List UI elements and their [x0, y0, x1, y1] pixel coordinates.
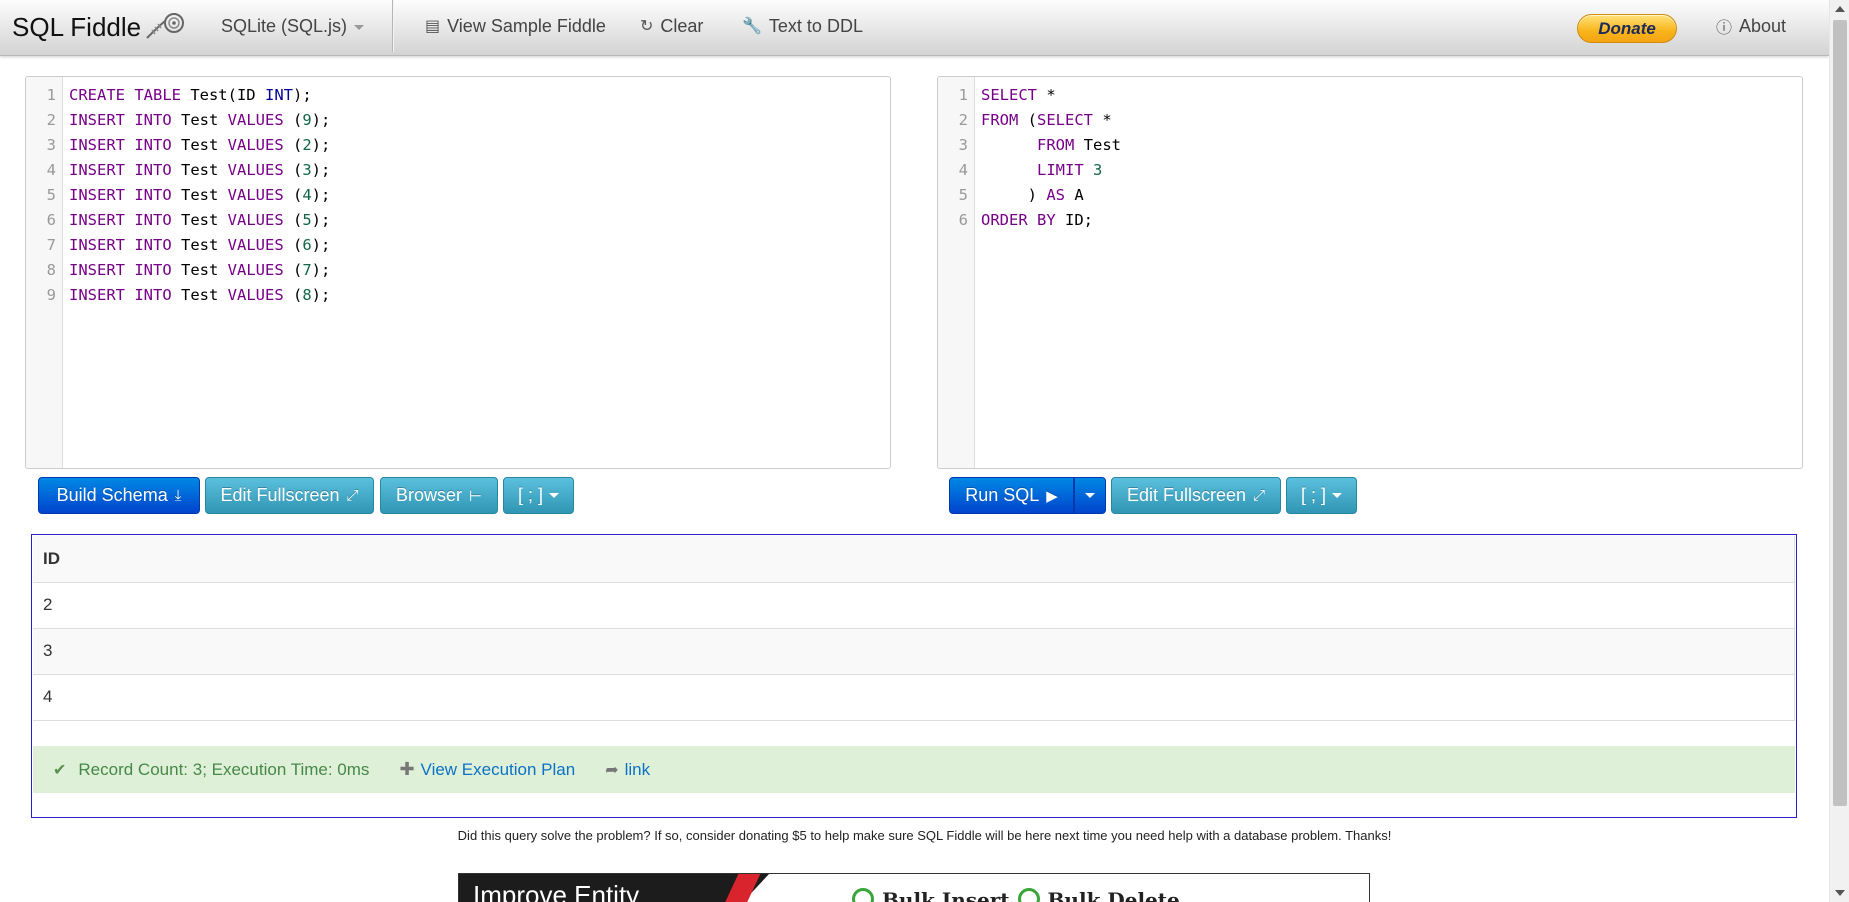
chevron-down-icon	[549, 493, 559, 498]
table-row: 3	[33, 627, 1795, 675]
text-to-ddl-label: Text to DDL	[768, 15, 863, 36]
info-icon: ⓘ	[1716, 20, 1733, 37]
brand[interactable]: SQL Fiddle	[12, 10, 189, 44]
donation-note: Did this query solve the problem? If so,…	[457, 828, 1392, 843]
schema-editor[interactable]: 1 CREATE TABLE Test(ID INT); 2 INSERT INTO…	[25, 76, 891, 469]
table-row: 2	[33, 581, 1795, 629]
donate-button[interactable]: Donate	[1577, 14, 1677, 43]
query-terminator-label: [ ; ]	[1300, 485, 1326, 505]
plus-icon: ✚	[399, 759, 415, 779]
code-line: 9 INSERT INTO Test VALUES (8);	[46, 286, 331, 304]
table-header-row: ID	[33, 536, 1795, 583]
clear-label: Clear	[660, 15, 704, 36]
expand-icon: ⤢	[1253, 487, 1266, 504]
table-cell: 3	[33, 627, 1795, 675]
about-link[interactable]: ⓘ About	[1716, 0, 1786, 52]
share-icon: ➦	[605, 761, 619, 779]
refresh-icon: ↻	[640, 18, 654, 35]
ad-banner[interactable]: Improve Entity Bulk Insert Bulk Delete	[458, 873, 1370, 902]
chevron-down-icon	[1332, 493, 1342, 498]
browser-label: Browser	[395, 485, 462, 505]
ad-feature-b: Bulk Delete	[1047, 888, 1180, 902]
code-line: 4 INSERT INTO Test VALUES (3);	[46, 161, 331, 179]
chevron-down-icon	[354, 24, 365, 30]
list-icon: ▤	[425, 18, 441, 35]
page-scrollbar[interactable]	[1829, 0, 1849, 902]
clock-icon	[852, 888, 874, 902]
ad-left-panel: Improve Entity	[459, 874, 769, 902]
about-label: About	[1739, 15, 1787, 36]
results-panel: ID 2 3 4 ✔ Record Count: 3; Execution Ti…	[31, 534, 1797, 818]
code-line: 4 LIMIT 3	[958, 161, 1103, 179]
code-line: 3 FROM Test	[958, 136, 1121, 154]
code-line: 8 INSERT INTO Test VALUES (7);	[46, 261, 331, 279]
code-line: 2 FROM (SELECT *	[958, 111, 1112, 129]
permalink-link[interactable]: link	[625, 760, 651, 780]
tree-icon: ⊢	[468, 487, 483, 505]
code-line: 6 INSERT INTO Test VALUES (5);	[46, 211, 331, 229]
table-cell: 2	[33, 581, 1795, 629]
scroll-up-arrow-icon[interactable]	[1835, 6, 1845, 12]
expand-icon: ⤢	[346, 487, 359, 504]
donate-label: Donate	[1598, 18, 1656, 38]
clock-icon	[1017, 888, 1040, 902]
results-table: ID 2 3 4	[33, 536, 1795, 721]
scroll-down-arrow-icon[interactable]	[1835, 890, 1845, 896]
build-schema-button[interactable]: Build Schema ⤓	[38, 477, 200, 514]
brand-title: SQL Fiddle	[12, 11, 142, 42]
run-sql-label: Run SQL	[965, 485, 1040, 505]
text-to-ddl-link[interactable]: 🔧 Text to DDL	[742, 0, 863, 52]
scrollbar-thumb[interactable]	[1833, 20, 1847, 806]
run-sql-button[interactable]: Run SQL ▶	[949, 477, 1074, 514]
code-line: 5 ) AS A	[958, 186, 1084, 204]
query-fullscreen-label: Edit Fullscreen	[1126, 485, 1247, 505]
check-icon: ✔	[53, 761, 67, 779]
download-icon: ⤓	[174, 487, 182, 504]
chevron-down-icon	[1085, 493, 1095, 498]
table-row: 4	[33, 673, 1795, 721]
record-count-status: Record Count: 3; Execution Time: 0ms	[78, 759, 370, 779]
nav-divider	[392, 0, 394, 52]
schema-terminator-dropdown[interactable]: [ ; ]	[503, 477, 574, 514]
column-header-id: ID	[33, 536, 1795, 583]
schema-edit-fullscreen-button[interactable]: Edit Fullscreen ⤢	[205, 477, 374, 514]
view-sample-fiddle-link[interactable]: ▤ View Sample Fiddle	[425, 0, 606, 52]
query-editor[interactable]: 1 SELECT * 2 FROM (SELECT * 3 FROM Test 4 …	[937, 76, 1803, 469]
code-line: 7 INSERT INTO Test VALUES (6);	[46, 236, 331, 254]
code-line: 1 CREATE TABLE Test(ID INT);	[46, 86, 312, 104]
code-line: 3 INSERT INTO Test VALUES (2);	[46, 136, 331, 154]
play-icon: ▶	[1046, 487, 1058, 505]
wrench-icon: 🔧	[742, 18, 762, 35]
view-execution-plan-link[interactable]: View Execution Plan	[421, 760, 576, 780]
table-cell: 4	[33, 673, 1795, 721]
query-edit-fullscreen-button[interactable]: Edit Fullscreen ⤢	[1111, 477, 1281, 514]
build-schema-label: Build Schema	[56, 485, 168, 505]
run-sql-options-dropdown[interactable]	[1074, 477, 1106, 514]
schema-browser-button[interactable]: Browser ⊢	[380, 477, 498, 514]
schema-fullscreen-label: Edit Fullscreen	[220, 485, 340, 505]
code-line: 6 ORDER BY ID;	[958, 211, 1093, 229]
ad-headline: Improve Entity	[473, 880, 640, 902]
status-bar: ✔ Record Count: 3; Execution Time: 0ms ✚…	[33, 746, 1795, 793]
ad-features: Bulk Insert Bulk Delete	[844, 888, 1180, 902]
db-type-dropdown[interactable]: SQLite (SQL.js)	[221, 0, 365, 52]
ad-feature-a: Bulk Insert	[882, 888, 1010, 902]
clear-link[interactable]: ↻ Clear	[640, 0, 703, 52]
query-terminator-dropdown[interactable]: [ ; ]	[1286, 477, 1357, 514]
fiddle-logo-icon	[146, 13, 185, 39]
navbar: SQL Fiddle SQLite (SQL.js) ▤ View Sample…	[0, 0, 1829, 56]
view-sample-label: View Sample Fiddle	[447, 15, 606, 36]
db-type-label: SQLite (SQL.js)	[221, 15, 348, 36]
code-line: 5 INSERT INTO Test VALUES (4);	[46, 186, 331, 204]
schema-terminator-label: [ ; ]	[517, 485, 543, 505]
code-line: 1 SELECT *	[958, 86, 1056, 104]
code-line: 2 INSERT INTO Test VALUES (9);	[46, 111, 331, 129]
